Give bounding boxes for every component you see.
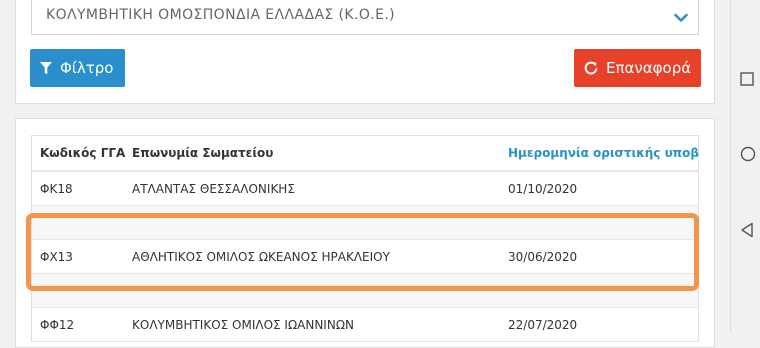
table-header: Κωδικός ΓΓΑ Επωνυμία Σωματείου Ημερομηνί… bbox=[32, 136, 699, 172]
filter-button[interactable]: Φίλτρο bbox=[30, 49, 125, 87]
cell-code: ΦΧ13 bbox=[40, 250, 73, 264]
cell-club-name: ΑΘΛΗΤΙΚΟΣ ΟΜΙΛΟΣ ΩΚΕΑΝΟΣ ΗΡΑΚΛΕΙΟΥ bbox=[132, 250, 390, 264]
clubs-table: Κωδικός ΓΓΑ Επωνυμία Σωματείου Ημερομηνί… bbox=[31, 135, 699, 342]
chevron-down-icon[interactable] bbox=[674, 8, 688, 27]
cell-club-name: ΑΤΛΑΝΤΑΣ ΘΕΣΣΑΛΟΝΙΚΗΣ bbox=[132, 182, 295, 196]
filter-button-label: Φίλτρο bbox=[60, 59, 114, 77]
reset-button-label: Επαναφορά bbox=[606, 59, 692, 77]
circle-home-icon[interactable] bbox=[740, 146, 756, 162]
cell-date: 22/07/2020 bbox=[508, 318, 578, 332]
federation-select-value: ΚΟΛΥΜΒΗΤΙΚΗ ΟΜΟΣΠΟΝΔΙΑ ΕΛΛΑΔΑΣ (Κ.Ο.Ε.) bbox=[46, 7, 396, 23]
cell-date: 30/06/2020 bbox=[508, 250, 578, 264]
android-navigation-bar bbox=[730, 0, 760, 333]
filter-panel: ΚΟΛΥΜΒΗΤΙΚΗ ΟΜΟΣΠΟΝΔΙΑ ΕΛΛΑΔΑΣ (Κ.Ο.Ε.) … bbox=[15, 0, 715, 104]
table-row[interactable]: ΦΚ18 ΑΤΛΑΝΤΑΣ ΘΕΣΣΑΛΟΝΙΚΗΣ 01/10/2020 bbox=[32, 172, 698, 206]
table-row[interactable]: ΦΧ13 ΑΘΛΗΤΙΚΟΣ ΟΜΙΛΟΣ ΩΚΕΑΝΟΣ ΗΡΑΚΛΕΙΟΥ … bbox=[32, 240, 698, 274]
column-header-club-name[interactable]: Επωνυμία Σωματείου bbox=[132, 146, 273, 160]
main-content: ΚΟΛΥΜΒΗΤΙΚΗ ΟΜΟΣΠΟΝΔΙΑ ΕΛΛΑΔΑΣ (Κ.Ο.Ε.) … bbox=[0, 0, 730, 348]
cell-code: ΦΦ12 bbox=[40, 318, 75, 332]
table-row[interactable]: ΦΦ12 ΚΟΛΥΜΒΗΤΙΚΟΣ ΟΜΙΛΟΣ ΙΩΑΝΝΙΝΩΝ 22/07… bbox=[32, 308, 698, 342]
column-header-code[interactable]: Κωδικός ΓΓΑ bbox=[40, 146, 125, 160]
federation-select[interactable]: ΚΟΛΥΜΒΗΤΙΚΗ ΟΜΟΣΠΟΝΔΙΑ ΕΛΛΑΔΑΣ (Κ.Ο.Ε.) bbox=[31, 0, 699, 35]
column-header-submission-date[interactable]: Ημερομηνία οριστικής υποβολή bbox=[508, 146, 699, 160]
table-row[interactable] bbox=[32, 206, 698, 240]
table-row[interactable] bbox=[32, 274, 698, 308]
funnel-icon bbox=[40, 61, 52, 74]
results-panel: Κωδικός ΓΓΑ Επωνυμία Σωματείου Ημερομηνί… bbox=[15, 118, 715, 348]
cell-club-name: ΚΟΛΥΜΒΗΤΙΚΟΣ ΟΜΙΛΟΣ ΙΩΑΝΝΙΝΩΝ bbox=[132, 318, 354, 332]
square-recents-icon[interactable] bbox=[740, 72, 754, 86]
cell-code: ΦΚ18 bbox=[40, 182, 73, 196]
triangle-back-icon[interactable] bbox=[740, 222, 754, 238]
cell-date: 01/10/2020 bbox=[508, 182, 578, 196]
refresh-icon bbox=[584, 61, 598, 75]
reset-button[interactable]: Επαναφορά bbox=[574, 49, 701, 87]
